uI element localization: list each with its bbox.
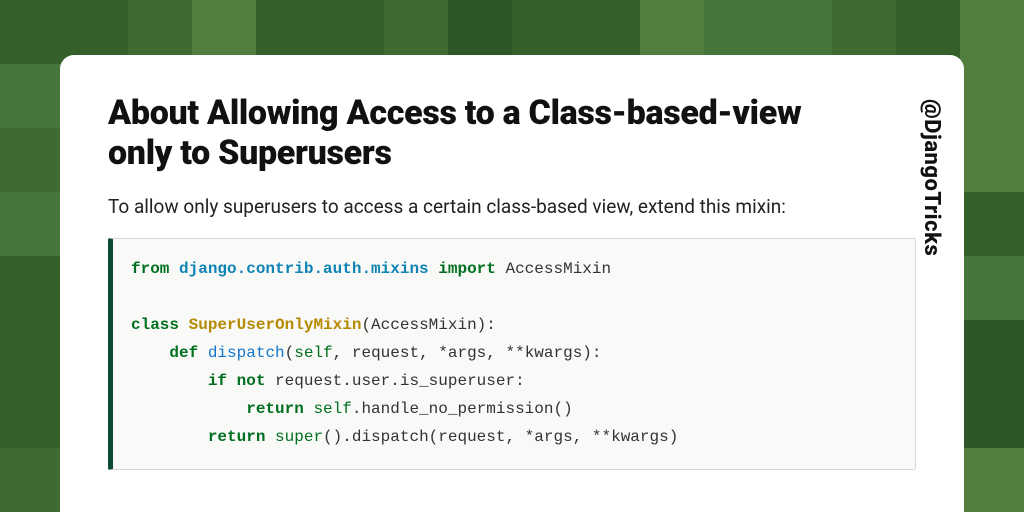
code-text: .handle_no_permission() xyxy=(352,400,573,418)
code-block: from django.contrib.auth.mixins import A… xyxy=(108,238,916,470)
account-handle: @DjangoTricks xyxy=(919,99,944,256)
code-indent xyxy=(131,344,169,362)
code-self: self xyxy=(294,344,332,362)
code-func: dispatch xyxy=(208,344,285,362)
code-text: request.user.is_superuser: xyxy=(265,372,524,390)
code-classname: SuperUserOnlyMixin xyxy=(189,316,362,334)
intro-text: To allow only superusers to access a cer… xyxy=(108,195,916,218)
code-keyword: def xyxy=(169,344,198,362)
article-title: About Allowing Access to a Class-based-v… xyxy=(108,93,808,173)
code-text: ( xyxy=(285,344,295,362)
code-text: (AccessMixin): xyxy=(361,316,495,334)
code-text xyxy=(227,372,237,390)
code-text xyxy=(265,428,275,446)
code-keyword: return xyxy=(246,400,304,418)
content-card: @DjangoTricks About Allowing Access to a… xyxy=(60,55,964,512)
code-indent xyxy=(131,400,246,418)
code-keyword: not xyxy=(237,372,266,390)
code-text: , request, *args, **kwargs): xyxy=(333,344,602,362)
code-self: self xyxy=(313,400,351,418)
code-text: ().dispatch(request, *args, **kwargs) xyxy=(323,428,678,446)
code-text xyxy=(304,400,314,418)
code-indent xyxy=(131,372,208,390)
code-ident: AccessMixin xyxy=(496,260,611,278)
code-keyword: return xyxy=(208,428,266,446)
code-indent xyxy=(131,428,208,446)
code-keyword: from xyxy=(131,260,169,278)
code-keyword: import xyxy=(438,260,496,278)
code-module: django.contrib.auth.mixins xyxy=(179,260,429,278)
code-keyword: if xyxy=(208,372,227,390)
code-builtin: super xyxy=(275,428,323,446)
code-keyword: class xyxy=(131,316,179,334)
